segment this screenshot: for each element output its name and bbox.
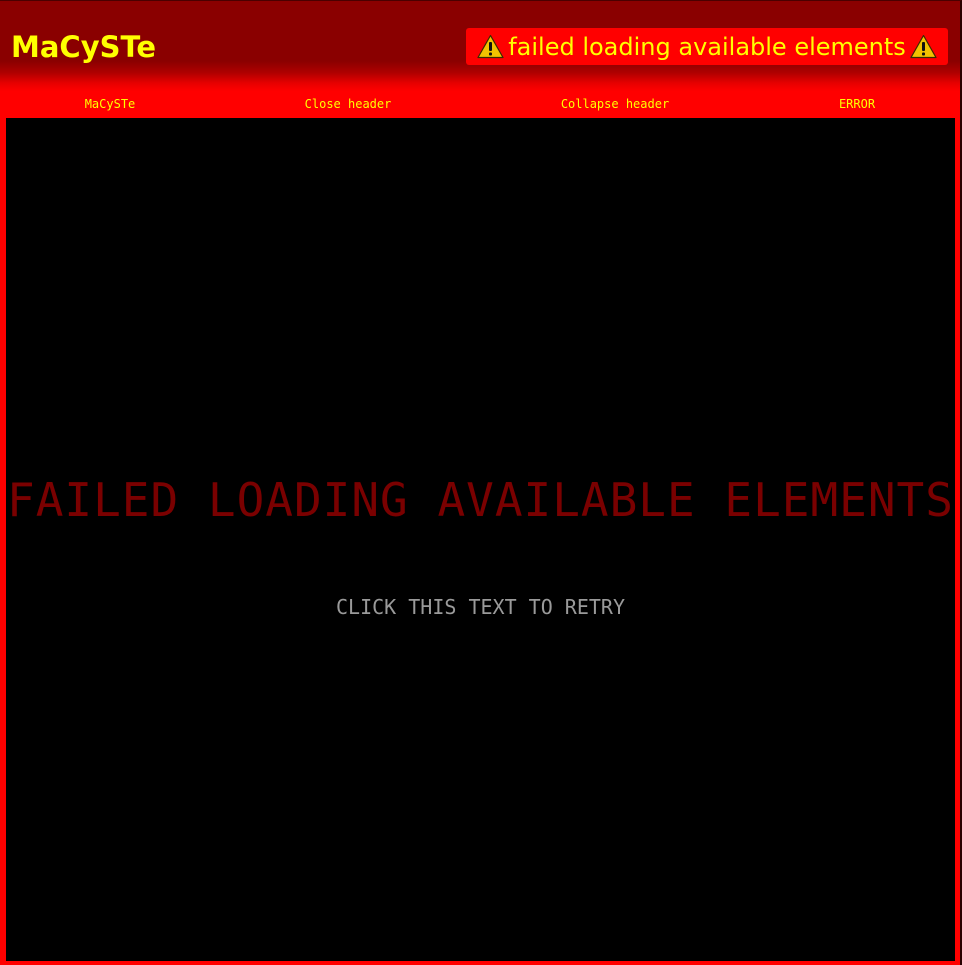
app-title: MaCySTe: [11, 30, 157, 64]
nav-bar: MaCySTe Close header Collapse header ERR…: [0, 91, 960, 117]
main-content: FAILED LOADING AVAILABLE ELEMENTS CLICK …: [6, 118, 955, 961]
nav-item-error[interactable]: ERROR: [839, 97, 875, 111]
app-window: MaCySTe failed loading available element…: [0, 0, 962, 965]
warning-icon: [910, 34, 937, 59]
nav-item-macyste[interactable]: MaCySTe: [85, 97, 136, 111]
error-banner-text: failed loading available elements: [508, 32, 906, 61]
header: MaCySTe failed loading available element…: [0, 1, 960, 91]
nav-item-collapse-header[interactable]: Collapse header: [561, 97, 669, 111]
nav-item-close-header[interactable]: Close header: [305, 97, 392, 111]
warning-icon: [477, 34, 504, 59]
error-banner: failed loading available elements: [466, 28, 948, 65]
error-heading: FAILED LOADING AVAILABLE ELEMENTS: [7, 473, 954, 527]
retry-link[interactable]: CLICK THIS TEXT TO RETRY: [6, 595, 955, 619]
